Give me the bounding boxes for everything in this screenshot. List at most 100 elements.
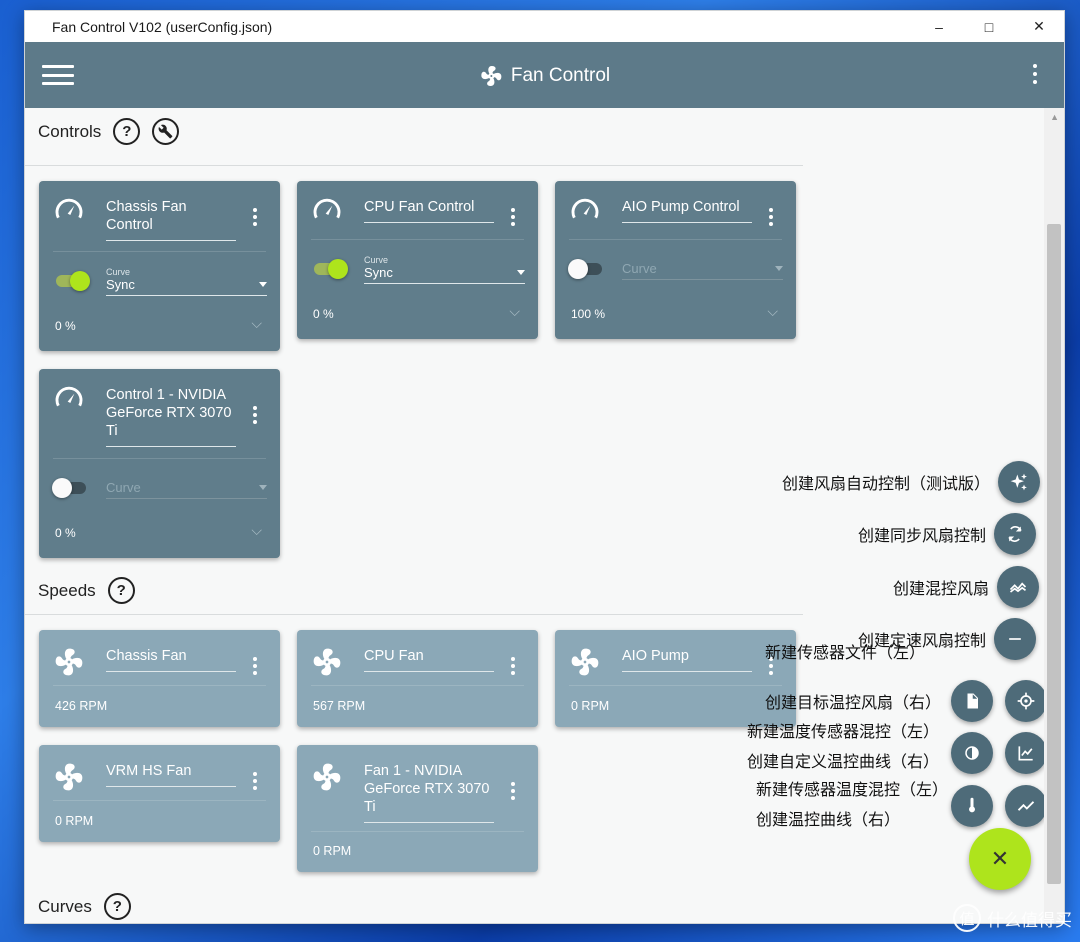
- kebab-icon[interactable]: [510, 208, 516, 226]
- fan-rpm: 567 RPM: [313, 699, 366, 713]
- fab-auto-control[interactable]: 创建风扇自动控制（测试版）: [782, 461, 1041, 503]
- fab-sensor-temp-mix-label: 新建传感器温度混控（左）: [756, 782, 949, 799]
- minimize-button[interactable]: –: [914, 11, 964, 42]
- control-name[interactable]: AIO Pump Control: [622, 198, 752, 223]
- more-options-icon[interactable]: [1032, 64, 1038, 84]
- enable-toggle[interactable]: [568, 259, 602, 279]
- kebab-icon[interactable]: [252, 406, 258, 424]
- control-percent: 100 %: [571, 307, 606, 321]
- speeds-divider: [25, 614, 803, 615]
- fab-custom-curve-label: 创建自定义温控曲线（右）: [747, 754, 940, 771]
- control-card: Control 1 - NVIDIA GeForce RTX 3070 Ti C…: [39, 369, 280, 558]
- kebab-icon[interactable]: [252, 772, 258, 790]
- window-titlebar: Fan Control V102 (userConfig.json) – □ ✕: [25, 11, 1064, 42]
- control-card: CPU Fan Control Curve Sync 0 % ⌵: [297, 181, 538, 339]
- control-card: AIO Pump Control Curve 100 % ⌵: [555, 181, 796, 339]
- chevron-down-icon[interactable]: ⌵: [767, 303, 778, 320]
- gauge-icon: [571, 198, 599, 219]
- fan-name[interactable]: AIO Pump: [622, 647, 752, 672]
- fan-icon: [313, 763, 341, 791]
- scrollbar-thumb[interactable]: [1047, 224, 1061, 884]
- fab-sync-control[interactable]: 创建同步风扇控制: [858, 513, 1037, 555]
- chart-icon[interactable]: [1005, 732, 1047, 774]
- curve-select[interactable]: Curve: [106, 474, 267, 499]
- sparkle-icon[interactable]: [998, 461, 1041, 503]
- vertical-scrollbar[interactable]: [1044, 108, 1064, 923]
- control-percent: 0 %: [55, 319, 76, 333]
- wrench-icon[interactable]: [152, 118, 180, 145]
- control-name[interactable]: Control 1 - NVIDIA GeForce RTX 3070 Ti: [106, 386, 236, 447]
- gauge-icon: [55, 386, 83, 407]
- close-button[interactable]: ✕: [1014, 11, 1064, 42]
- speed-card: CPU Fan 567 RPM: [297, 630, 538, 727]
- kebab-icon[interactable]: [252, 208, 258, 226]
- app-bar: Fan Control: [25, 42, 1064, 108]
- help-icon[interactable]: ?: [103, 893, 131, 920]
- help-icon[interactable]: ?: [113, 118, 141, 145]
- card-separator: [53, 800, 266, 801]
- control-name[interactable]: Chassis Fan Control: [106, 198, 236, 241]
- window-title: Fan Control V102 (userConfig.json): [52, 18, 273, 35]
- card-separator: [53, 458, 266, 459]
- enable-toggle[interactable]: [314, 259, 348, 279]
- curve-select[interactable]: Curve Sync: [106, 267, 267, 296]
- card-separator: [53, 251, 266, 252]
- enable-toggle[interactable]: [52, 478, 86, 498]
- hamburger-icon[interactable]: [42, 65, 74, 85]
- kebab-icon[interactable]: [510, 782, 516, 800]
- chevron-down-icon[interactable]: ⌵: [509, 303, 520, 320]
- control-card: Chassis Fan Control Curve Sync 0 % ⌵: [39, 181, 280, 351]
- help-icon[interactable]: ?: [107, 577, 135, 604]
- dropdown-caret-icon: [259, 485, 267, 490]
- fan-icon: [55, 763, 83, 791]
- maximize-button[interactable]: □: [964, 11, 1014, 42]
- fan-name[interactable]: VRM HS Fan: [106, 762, 236, 787]
- minus-icon[interactable]: [994, 618, 1037, 660]
- control-name[interactable]: CPU Fan Control: [364, 198, 494, 223]
- app-window: Fan Control V102 (userConfig.json) – □ ✕…: [24, 10, 1065, 924]
- watermark-logo-icon: 值: [953, 904, 981, 932]
- speeds-section-header: Speeds ?: [38, 577, 135, 604]
- fan-rpm: 0 RPM: [571, 699, 610, 713]
- window-controls: – □ ✕: [914, 11, 1064, 42]
- sync-icon[interactable]: [994, 513, 1037, 555]
- speed-card: Chassis Fan 426 RPM: [39, 630, 280, 727]
- chevron-down-icon[interactable]: ⌵: [251, 315, 262, 332]
- fab-mix-fan[interactable]: 创建混控风扇: [893, 566, 1040, 608]
- fan-icon: [571, 648, 599, 676]
- chevron-down-icon[interactable]: ⌵: [251, 522, 262, 539]
- card-separator: [311, 239, 524, 240]
- kebab-icon[interactable]: [252, 657, 258, 675]
- dropdown-caret-icon: [259, 282, 267, 287]
- curve-select[interactable]: Curve: [622, 255, 783, 280]
- kebab-icon[interactable]: [510, 657, 516, 675]
- watermark: 值 什么值得买: [953, 904, 1072, 932]
- card-separator: [311, 685, 524, 686]
- thermometer-icon[interactable]: [951, 785, 993, 827]
- fab-new-sensor-file-label: 新建传感器文件（左）: [765, 645, 926, 662]
- scroll-up-arrow-icon[interactable]: ▲: [1050, 112, 1059, 122]
- card-separator: [311, 831, 524, 832]
- curve-select[interactable]: Curve Sync: [364, 255, 525, 284]
- crosshair-icon[interactable]: [1005, 680, 1047, 722]
- card-separator: [569, 685, 782, 686]
- fab-target-temp-label: 创建目标温控风扇（右）: [765, 695, 942, 712]
- kebab-icon[interactable]: [768, 208, 774, 226]
- fan-name[interactable]: Fan 1 - NVIDIA GeForce RTX 3070 Ti: [364, 762, 494, 823]
- fan-icon: [55, 648, 83, 676]
- control-percent: 0 %: [313, 307, 334, 321]
- dropdown-caret-icon: [517, 270, 525, 275]
- trend-icon[interactable]: [1005, 785, 1047, 827]
- enable-toggle[interactable]: [56, 271, 90, 291]
- control-percent: 0 %: [55, 526, 76, 540]
- file-icon[interactable]: [951, 680, 993, 722]
- curves-section-header: Curves ?: [38, 893, 131, 920]
- speeds-title: Speeds: [38, 580, 96, 600]
- main-content: Controls ? Chassis Fan Control Curve Syn…: [25, 108, 1047, 923]
- fab-close-button[interactable]: ✕: [969, 828, 1031, 890]
- fan-name[interactable]: CPU Fan: [364, 647, 494, 672]
- speed-card: AIO Pump 0 RPM: [555, 630, 796, 727]
- contrast-icon[interactable]: [951, 732, 993, 774]
- fan-name[interactable]: Chassis Fan: [106, 647, 236, 672]
- mix-curve-icon[interactable]: [997, 566, 1040, 608]
